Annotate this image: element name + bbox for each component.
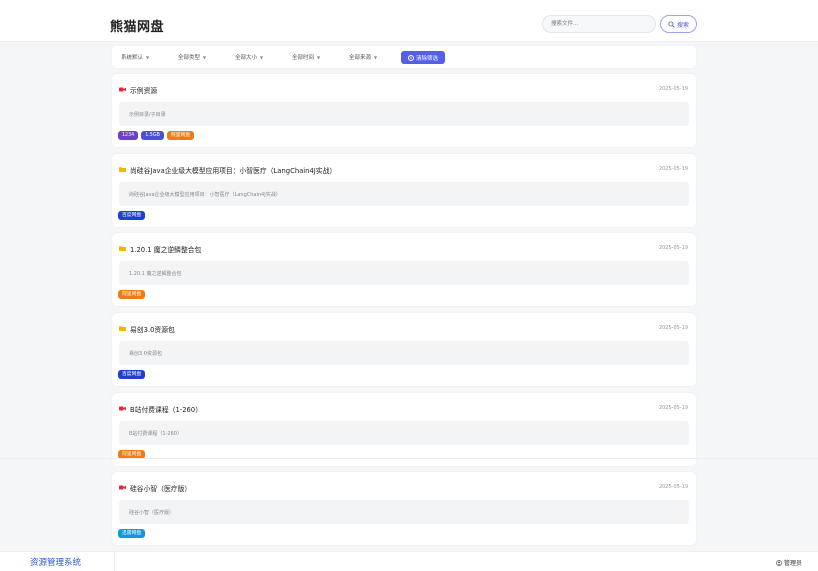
resource-date: 2025-05-19	[658, 86, 688, 92]
resource-title[interactable]: 硅谷小智（医疗版）	[130, 483, 191, 493]
resource-date: 2025-05-19	[658, 484, 688, 490]
resource-title[interactable]: 易创3.0资源包	[130, 324, 175, 334]
tag-list: 百度网盘	[118, 370, 146, 379]
resource-title[interactable]: 示例资源	[130, 85, 157, 95]
resource-card[interactable]: 1.20.1 魔之逆鳞整合包 2025-05-19 1.20.1 魔之逆鳞整合包阿里…	[112, 233, 696, 306]
filter-time[interactable]: 全部时间 ▼	[292, 53, 321, 62]
user-menu[interactable]: 管理员	[776, 558, 802, 567]
filter-size-label: 全部大小	[235, 55, 258, 61]
resource-card[interactable]: 尚硅谷Java企业级大模型应用项目：小智医疗（LangChain4J实战） 202…	[112, 154, 696, 227]
tag-badge: 1.5GB	[141, 131, 164, 140]
clear-filters-button[interactable]: × 清除筛选	[401, 51, 445, 64]
resource-card[interactable]: 易创3.0资源包 2025-05-19 易创3.0资源包百度网盘	[112, 313, 696, 386]
divider	[0, 458, 818, 459]
resource-title[interactable]: 尚硅谷Java企业级大模型应用项目：小智医疗（LangChain4J实战）	[130, 165, 336, 175]
folder-icon	[119, 246, 126, 251]
resource-date: 2025-05-19	[658, 405, 688, 411]
chevron-down-icon: ▼	[146, 54, 150, 60]
filter-sort-label: 系统默认	[121, 55, 144, 61]
chevron-down-icon: ▼	[260, 54, 264, 60]
tag-list: 1234 1.5GB 阿里网盘	[118, 131, 195, 140]
search-button-label: 搜索	[676, 21, 689, 29]
video-icon	[119, 406, 126, 411]
filter-source[interactable]: 全部来源 ▼	[349, 53, 378, 62]
resource-title[interactable]: 1.20.1 魔之逆鳞整合包	[130, 244, 201, 254]
resource-path: B站付费课程（1-260）	[119, 421, 689, 445]
clear-filters-label: 清除筛选	[415, 55, 438, 62]
tag-badge: 阿里网盘	[166, 131, 195, 140]
filter-time-label: 全部时间	[292, 55, 315, 61]
tag-list: 百度网盘	[118, 211, 146, 220]
filter-source-label: 全部来源	[349, 55, 372, 61]
tag-badge: 百度网盘	[118, 211, 146, 220]
top-bar: 熊猫网盘 搜索	[0, 0, 818, 42]
tag-badge: 百度网盘	[118, 370, 146, 379]
video-icon	[119, 485, 126, 490]
site-title[interactable]: 熊猫网盘	[110, 16, 164, 35]
tag-badge: 1234	[118, 131, 139, 140]
resource-card[interactable]: 硅谷小智（医疗版） 2025-05-19 硅谷小智（医疗版） 迅雷网盘	[112, 472, 696, 545]
resource-date: 2025-05-19	[658, 245, 688, 251]
filter-bar: 系统默认 ▼ 全部类型 ▼ 全部大小 ▼ 全部时间 ▼ 全部来源 ▼ × 清除筛选	[112, 46, 696, 68]
user-icon	[776, 559, 782, 566]
filter-type-label: 全部类型	[178, 55, 201, 61]
filter-size[interactable]: 全部大小 ▼	[235, 53, 264, 62]
resource-path: 1.20.1 魔之逆鳞整合包	[119, 261, 689, 285]
close-circle-icon: ×	[407, 54, 414, 61]
resource-path: 示例目录/子目录	[119, 102, 689, 126]
resource-title[interactable]: B站付费课程（1-260）	[130, 404, 202, 414]
resource-card[interactable]: 示例资源 2025-05-19 示例目录/子目录 1234 1.5GB 阿里网盘	[112, 74, 696, 147]
tag-badge: 迅雷网盘	[118, 529, 146, 538]
user-name: 管理员	[783, 560, 802, 567]
folder-icon	[119, 326, 126, 331]
chevron-down-icon: ▼	[317, 54, 321, 60]
resource-path: 尚硅谷Java企业级大模型应用项目：小智医疗（LangChain4J实战）	[119, 182, 689, 206]
tag-badge: 阿里网盘	[118, 290, 146, 299]
system-name[interactable]: 资源管理系统	[30, 556, 81, 568]
tag-list: 阿里网盘	[118, 290, 146, 299]
divider	[114, 552, 115, 571]
search-icon	[668, 20, 675, 28]
resource-date: 2025-05-19	[658, 325, 688, 331]
search-input[interactable]	[542, 15, 656, 33]
folder-icon	[119, 167, 126, 172]
resource-path: 硅谷小智（医疗版）	[119, 500, 689, 524]
filter-sort[interactable]: 系统默认 ▼	[121, 53, 150, 62]
resource-date: 2025-05-19	[658, 166, 688, 172]
filter-type[interactable]: 全部类型 ▼	[178, 53, 207, 62]
video-icon	[119, 87, 126, 92]
resource-card[interactable]: B站付费课程（1-260） 2025-05-19 B站付费课程（1-260） 阿里网盘	[112, 393, 696, 466]
chevron-down-icon: ▼	[374, 54, 378, 60]
bottom-bar: 资源管理系统 管理员	[0, 551, 818, 571]
chevron-down-icon: ▼	[203, 54, 207, 60]
tag-list: 迅雷网盘	[118, 529, 146, 538]
search-button[interactable]: 搜索	[660, 15, 697, 33]
resource-path: 易创3.0资源包	[119, 341, 689, 365]
